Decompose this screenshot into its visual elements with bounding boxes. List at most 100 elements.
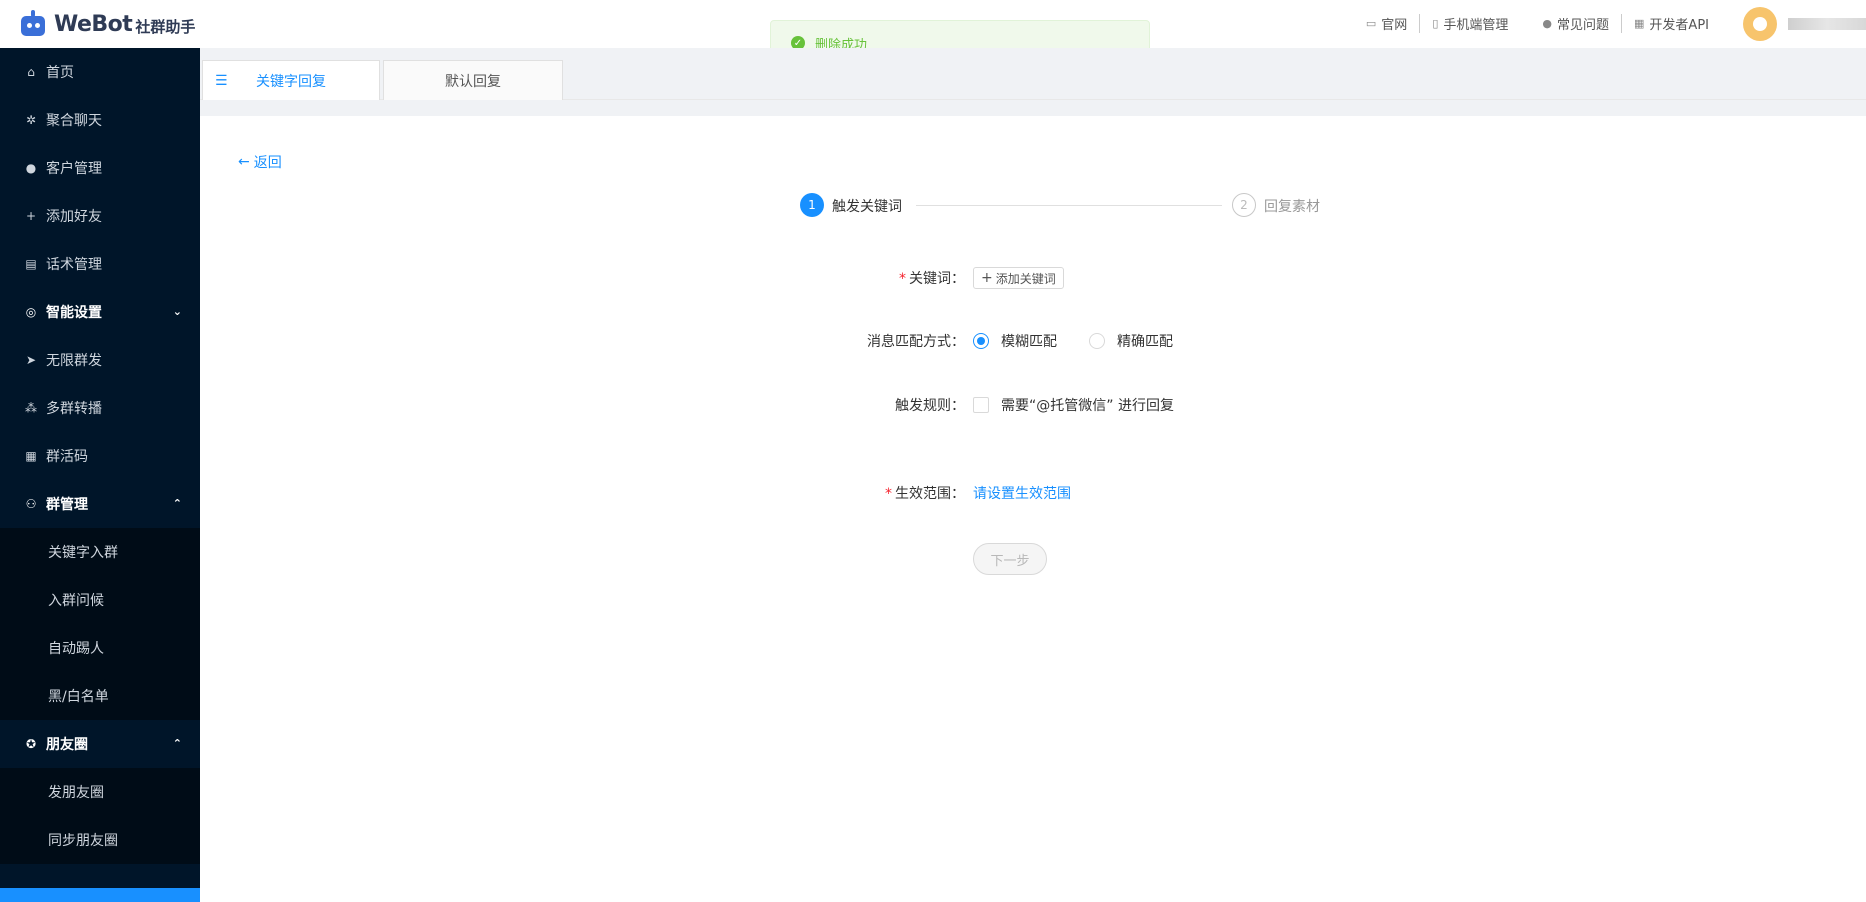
match-mode-row: 消息匹配方式： 模糊匹配 精确匹配 <box>765 331 1205 351</box>
sidebar-item-home[interactable]: ⌂ 首页 <box>0 48 200 96</box>
script-icon: ▤ <box>25 257 37 271</box>
robot-icon <box>18 10 48 38</box>
steps: 1 触发关键词 2 回复素材 <box>800 193 1320 217</box>
sidebar-item-label: 智能设置 <box>46 305 102 321</box>
step-1-indicator: 1 <box>800 193 824 217</box>
avatar[interactable] <box>1743 7 1777 41</box>
sidebar-item-label: 朋友圈 <box>46 737 88 753</box>
next-step-button[interactable]: 下一步 <box>973 543 1047 575</box>
sidebar-item-label: 客户管理 <box>46 161 102 177</box>
tab-label: 默认回复 <box>445 73 501 90</box>
mention-required-checkbox[interactable] <box>973 397 989 413</box>
user-icon: ● <box>25 161 37 175</box>
chevron-up-icon: ⌃ <box>172 737 182 750</box>
api-icon: ▦ <box>1634 17 1645 30</box>
set-scope-link[interactable]: 请设置生效范围 <box>973 483 1071 503</box>
broadcast-icon: ⁂ <box>25 401 37 415</box>
send-icon: ➤ <box>25 353 37 367</box>
sidebar-subitem-join-greeting[interactable]: 入群问候 <box>0 576 200 624</box>
logo[interactable]: WeBot 社群助手 <box>18 10 195 38</box>
keyword-label: * 关键词： <box>899 271 965 287</box>
sidebar-item-scripts[interactable]: ▤ 话术管理 <box>0 240 200 288</box>
scope-label: * 生效范围： <box>885 486 965 502</box>
sidebar-item-chat[interactable]: ✲ 聚合聊天 <box>0 96 200 144</box>
tab-label: 关键字回复 <box>256 73 326 90</box>
sidebar-item-smart-settings[interactable]: ◎ 智能设置 ⌄ <box>0 288 200 336</box>
developer-api-label: 开发者API <box>1649 18 1709 33</box>
home-icon: ⌂ <box>27 65 35 79</box>
menu-fold-icon[interactable]: ☰ <box>215 73 228 89</box>
moments-submenu: 发朋友圈 同步朋友圈 <box>0 768 200 864</box>
sidebar-item-label: 群活码 <box>46 449 88 465</box>
sidebar-item-broadcast[interactable]: ⁂ 多群转播 <box>0 384 200 432</box>
radio-fuzzy-match[interactable]: 模糊匹配 <box>973 331 1057 351</box>
sidebar-item-label: 话术管理 <box>46 257 102 273</box>
radio-dot[interactable] <box>973 333 989 349</box>
add-keyword-label: 添加关键词 <box>995 271 1056 286</box>
radio-dot[interactable] <box>1089 333 1105 349</box>
qrcode-icon: ▦ <box>25 449 37 463</box>
faq-label: 常见问题 <box>1557 18 1610 33</box>
sidebar-item-moments[interactable]: ✪ 朋友圈 ⌃ <box>0 720 200 768</box>
monitor-icon: ▭ <box>1365 17 1377 30</box>
sidebar-item-add-friend[interactable]: + 添加好友 <box>0 192 200 240</box>
content-divider <box>200 100 1866 116</box>
radio-label: 精确匹配 <box>1117 334 1173 350</box>
sidebar-subitem-auto-kick[interactable]: 自动踢人 <box>0 624 200 672</box>
sidebar-subitem-keyword-join[interactable]: 关键字入群 <box>0 528 200 576</box>
username[interactable] <box>1788 18 1866 30</box>
mobile-manage-link[interactable]: ▯ 手机端管理 <box>1420 14 1520 33</box>
tab-keyword-reply[interactable]: ☰ 关键字回复 <box>202 60 380 100</box>
step-2-indicator: 2 <box>1232 193 1256 217</box>
match-mode-label: 消息匹配方式： <box>867 334 965 350</box>
sidebar-subitem-sync-moments[interactable]: 同步朋友圈 <box>0 816 200 864</box>
faq-link[interactable]: ● 常见问题 <box>1530 14 1623 33</box>
gear-icon: ✲ <box>25 113 37 127</box>
brand-name: WeBot <box>54 11 133 37</box>
header-links: ▭ 官网 ▯ 手机端管理 ● 常见问题 ▦ 开发者API <box>1354 14 1721 33</box>
group-icon: ⚇ <box>25 497 37 511</box>
sidebar-item-label: 无限群发 <box>46 353 102 369</box>
trigger-rule-row: 触发规则： 需要“@托管微信” 进行回复 <box>765 395 1174 415</box>
phone-icon: ▯ <box>1432 17 1439 30</box>
official-site-label: 官网 <box>1381 18 1408 33</box>
sidebar-item-customers[interactable]: ● 客户管理 <box>0 144 200 192</box>
developer-api-link[interactable]: ▦ 开发者API <box>1622 14 1721 33</box>
step-2-label: 回复素材 <box>1264 199 1320 215</box>
sidebar-active-indicator[interactable] <box>0 888 200 902</box>
radio-label: 模糊匹配 <box>1001 334 1057 350</box>
plus-icon: + <box>981 270 993 286</box>
tab-bar: ☰ 关键字回复 默认回复 <box>200 48 1866 100</box>
back-link[interactable]: ← 返回 <box>238 152 282 172</box>
moments-icon: ✪ <box>25 737 37 751</box>
add-keyword-button[interactable]: + 添加关键词 <box>973 267 1064 289</box>
step-connector <box>916 205 1222 206</box>
smart-icon: ◎ <box>25 305 37 319</box>
sidebar-subitem-post-moments[interactable]: 发朋友圈 <box>0 768 200 816</box>
question-icon: ● <box>1542 17 1552 30</box>
sidebar-item-group-manage[interactable]: ⚇ 群管理 ⌃ <box>0 480 200 528</box>
tab-default-reply[interactable]: 默认回复 <box>383 60 563 100</box>
trigger-rule-label: 触发规则： <box>895 398 965 414</box>
brand-subtitle: 社群助手 <box>135 18 196 36</box>
back-label: 返回 <box>253 155 282 171</box>
chevron-up-icon: ⌃ <box>172 497 182 510</box>
sidebar-item-group-qrcode[interactable]: ▦ 群活码 <box>0 432 200 480</box>
sidebar-item-mass-send[interactable]: ➤ 无限群发 <box>0 336 200 384</box>
mention-required-label: 需要“@托管微信” 进行回复 <box>1001 398 1174 414</box>
radio-exact-match[interactable]: 精确匹配 <box>1089 331 1173 351</box>
keyword-row: * 关键词： + 添加关键词 <box>765 267 1064 289</box>
sidebar-subitem-blacklist[interactable]: 黑/白名单 <box>0 672 200 720</box>
sidebar-item-label: 首页 <box>46 65 74 81</box>
official-site-link[interactable]: ▭ 官网 <box>1354 14 1421 33</box>
sidebar-item-label: 添加好友 <box>46 209 102 225</box>
chevron-down-icon: ⌄ <box>172 305 182 318</box>
add-friend-icon: + <box>25 209 37 223</box>
group-manage-submenu: 关键字入群 入群问候 自动踢人 黑/白名单 <box>0 528 200 720</box>
step-1-label: 触发关键词 <box>832 199 902 215</box>
sidebar-item-label: 聚合聊天 <box>46 113 102 129</box>
user-icon <box>1753 17 1767 31</box>
sidebar: ⌂ 首页 ✲ 聚合聊天 ● 客户管理 + 添加好友 ▤ 话术管理 ◎ 智能设置 ⌄ ➤ 无限群… <box>0 48 200 902</box>
arrow-left-icon: ← <box>238 154 250 170</box>
scope-row: * 生效范围： 请设置生效范围 <box>765 483 1071 503</box>
